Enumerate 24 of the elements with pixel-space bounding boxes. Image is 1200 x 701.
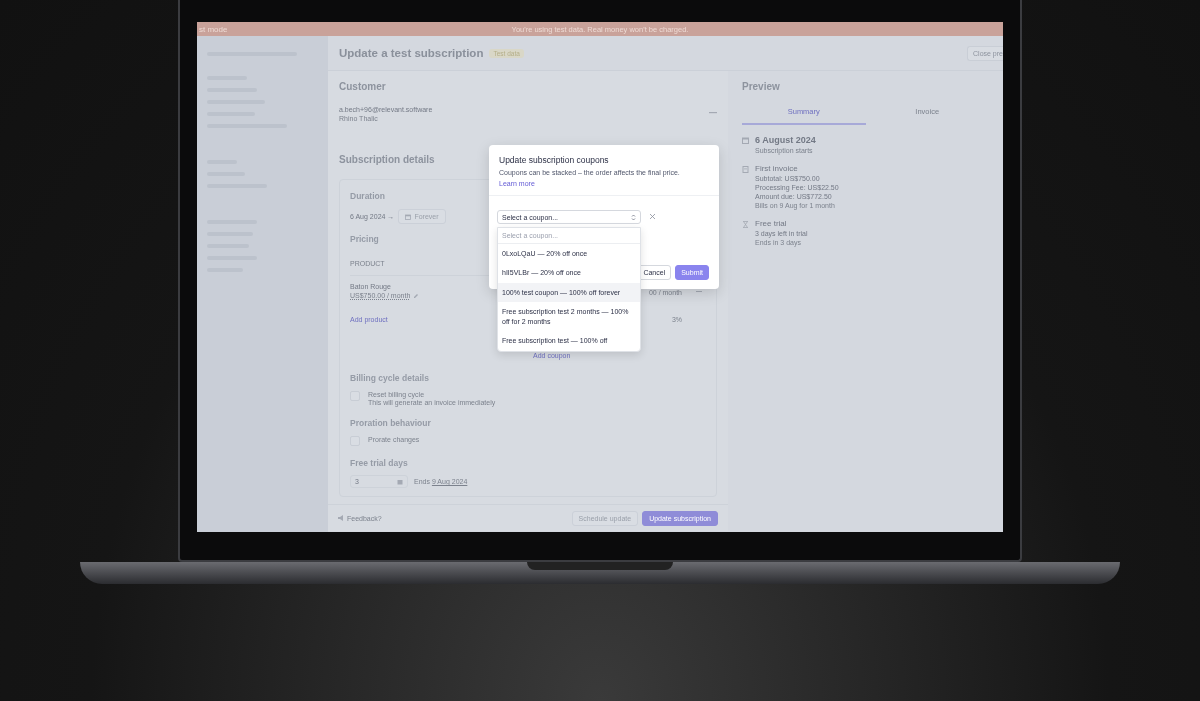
section-heading: Billing cycle details	[350, 373, 429, 383]
event-title: First invoice	[755, 164, 799, 173]
chevron-updown-icon	[631, 213, 636, 221]
pencil-icon	[413, 292, 420, 299]
section-heading: Free trial days	[350, 458, 408, 468]
section-heading: Proration behaviour	[350, 418, 431, 428]
more-icon	[709, 111, 717, 114]
hourglass-icon	[742, 221, 749, 228]
close-icon[interactable]	[649, 213, 656, 220]
section-heading: Customer	[339, 81, 386, 92]
field-label: Pricing	[350, 234, 379, 244]
section-heading: Preview	[742, 81, 781, 92]
more-icon	[696, 290, 702, 293]
document-icon	[742, 166, 749, 173]
calendar-icon	[405, 213, 412, 220]
calendar-icon	[397, 478, 403, 485]
field-label: Duration	[350, 191, 385, 201]
dialog-title: Update subscription coupons	[499, 155, 610, 165]
event-title: Free trial	[755, 219, 788, 228]
page-title: Update a test subscription	[339, 47, 484, 59]
megaphone-icon	[338, 515, 344, 521]
calendar-icon	[742, 137, 749, 144]
section-heading: Subscription details	[339, 154, 435, 165]
event-title: 6 August 2024	[755, 135, 816, 145]
